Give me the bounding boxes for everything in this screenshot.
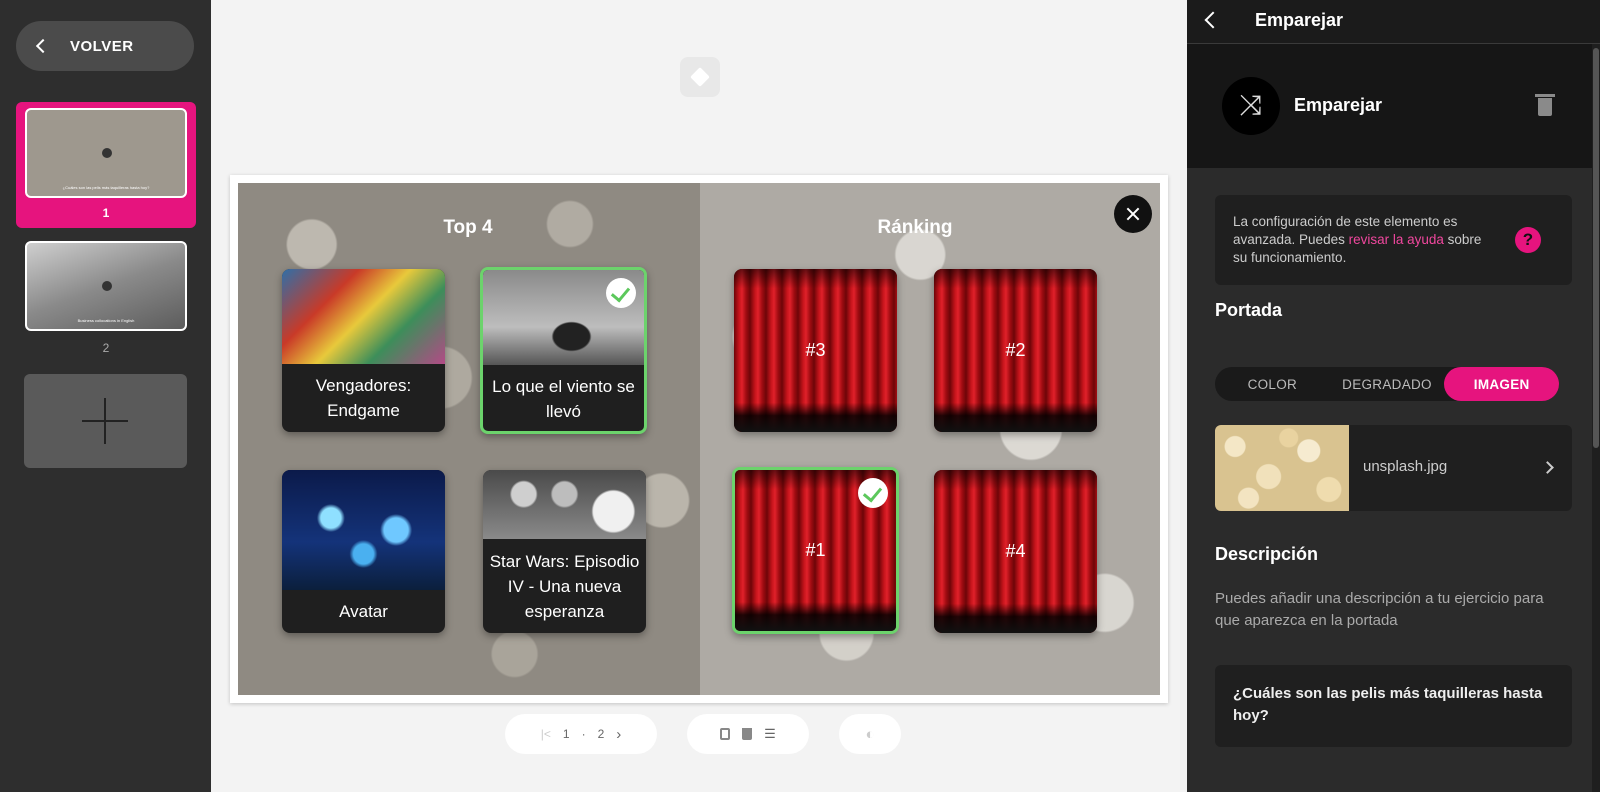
- movie-card[interactable]: Star Wars: Episodio IV - Una nueva esper…: [483, 470, 646, 633]
- movie-title: Vengadores: Endgame: [315, 376, 412, 420]
- shuffle-icon: [1222, 77, 1280, 135]
- movie-card[interactable]: Vengadores: Endgame: [282, 269, 445, 432]
- shuffle-icon: [102, 281, 112, 291]
- element-name: Emparejar: [1294, 95, 1383, 115]
- slide-actions-bar: ☰: [687, 714, 809, 754]
- cover-image-thumbnail: [1215, 425, 1349, 511]
- slide-canvas: Top 4 Ránking Vengadores: Endgame Lo que…: [230, 175, 1168, 703]
- slide-thumbnail-2[interactable]: Business collocations in English: [25, 241, 187, 331]
- back-button-label: VOLVER: [70, 37, 134, 55]
- left-column-title: Top 4: [443, 217, 493, 238]
- movie-title: Lo que el viento se llevó: [492, 377, 635, 421]
- slide-preview-caption: ¿Cuáles son las pelis más taquilleras ha…: [62, 185, 150, 190]
- slide-preview: ¿Cuáles son las pelis más taquilleras ha…: [25, 108, 187, 198]
- info-box: La configuración de este elemento es ava…: [1215, 195, 1572, 285]
- movie-image: [282, 269, 445, 364]
- help-link[interactable]: revisar la ayuda: [1349, 232, 1444, 247]
- description-title: Descripción: [1215, 544, 1319, 564]
- panel-scrollbar[interactable]: [1592, 44, 1600, 792]
- help-icon[interactable]: ?: [1515, 227, 1541, 253]
- check-icon: [606, 278, 636, 308]
- slide-number: 1: [102, 206, 110, 220]
- page-separator: ·: [581, 727, 586, 741]
- slide-thumbnail-1[interactable]: ¿Cuáles son las pelis más taquilleras ha…: [16, 102, 196, 228]
- rank-card[interactable]: #3: [734, 269, 897, 432]
- properties-panel: Emparejar Emparejar La configuración de …: [1187, 0, 1600, 792]
- chevron-left-icon[interactable]: [1204, 11, 1222, 29]
- add-slide-button[interactable]: [24, 374, 187, 468]
- rank-label: #4: [1005, 541, 1026, 561]
- next-page-icon[interactable]: ›: [616, 726, 621, 743]
- rank-card-selected[interactable]: #1: [732, 467, 899, 634]
- shuffle-icon: [102, 148, 112, 158]
- chevron-right-icon: [1541, 461, 1554, 474]
- panel-header: Emparejar: [1187, 0, 1600, 44]
- movie-card-selected[interactable]: Lo que el viento se llevó: [480, 267, 647, 434]
- audio-bar: ◐: [839, 714, 901, 754]
- element-summary: Emparejar: [1187, 44, 1593, 168]
- description-hint: Puedes añadir una descripción a tu ejerc…: [1215, 590, 1544, 629]
- cover-title: Portada: [1215, 300, 1283, 320]
- movie-image: [282, 470, 445, 590]
- trash-icon[interactable]: [742, 728, 753, 740]
- slide-preview-caption: Business collocations in English: [77, 318, 135, 323]
- matching-game: Top 4 Ránking Vengadores: Endgame Lo que…: [238, 183, 1160, 695]
- reorder-icon[interactable]: ☰: [764, 726, 776, 742]
- first-page-icon[interactable]: |<: [541, 727, 551, 741]
- cover-image-selector[interactable]: unsplash.jpg: [1215, 425, 1572, 511]
- movie-card[interactable]: Avatar: [282, 470, 445, 633]
- info-text: La configuración de este elemento es ava…: [1233, 213, 1493, 267]
- rank-card[interactable]: #2: [934, 269, 1097, 432]
- pagination-bar: |< 1 · 2 ›: [505, 714, 657, 754]
- slides-sidebar: VOLVER ¿Cuáles son las pelis más taquill…: [0, 0, 211, 792]
- chevron-left-icon: [35, 38, 51, 54]
- tab-color[interactable]: COLOR: [1215, 367, 1330, 401]
- check-icon: [858, 478, 888, 508]
- movie-title: Avatar: [339, 602, 388, 621]
- duplicate-icon[interactable]: [720, 728, 731, 740]
- right-column-title: Ránking: [877, 217, 953, 238]
- page-current[interactable]: 1: [563, 727, 570, 741]
- rank-label: #2: [1005, 340, 1026, 360]
- slide-number: 2: [102, 341, 110, 355]
- panel-title: Emparejar: [1255, 10, 1344, 30]
- trash-icon[interactable]: [1535, 94, 1555, 116]
- drag-handle-icon[interactable]: [680, 57, 720, 97]
- page-total[interactable]: 2: [598, 727, 605, 741]
- rank-card[interactable]: #4: [934, 470, 1097, 633]
- description-field[interactable]: ¿Cuáles son las pelis más taquilleras ha…: [1215, 665, 1572, 747]
- file-name: unsplash.jpg: [1363, 458, 1448, 475]
- voice-icon[interactable]: ◐: [865, 726, 874, 743]
- tab-gradient[interactable]: DEGRADADO: [1330, 367, 1445, 401]
- close-button[interactable]: [1114, 195, 1152, 233]
- back-button[interactable]: VOLVER: [16, 21, 194, 71]
- movie-title: Star Wars: Episodio IV - Una nueva esper…: [489, 551, 640, 621]
- cover-type-tabs: COLOR DEGRADADO IMAGEN: [1215, 367, 1560, 401]
- tab-image[interactable]: IMAGEN: [1444, 367, 1560, 401]
- rank-label: #3: [805, 340, 826, 360]
- movie-image: [483, 470, 646, 539]
